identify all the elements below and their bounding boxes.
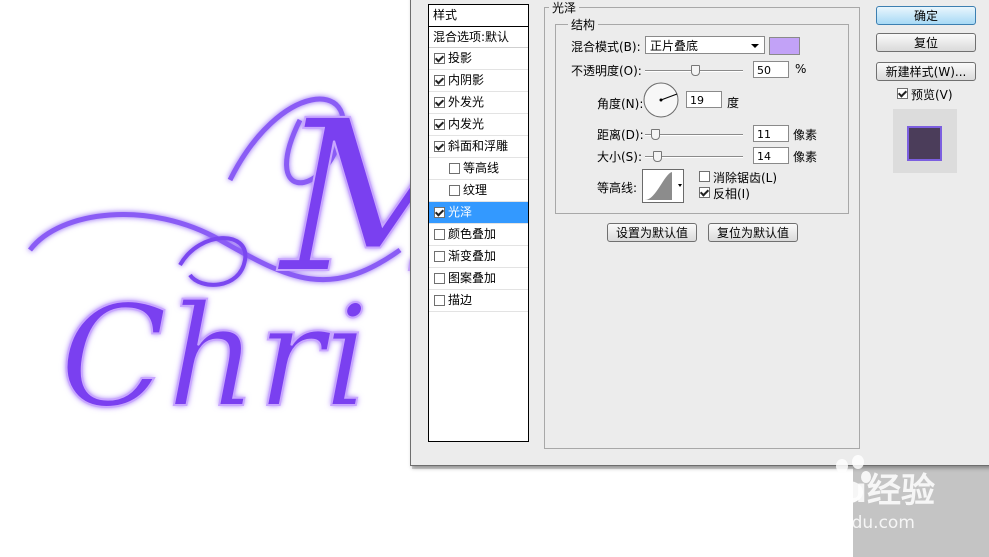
style-item-label: 内发光 bbox=[448, 117, 485, 131]
size-slider-thumb[interactable] bbox=[653, 151, 662, 162]
style-checkbox[interactable] bbox=[449, 163, 460, 174]
preview-checkbox[interactable] bbox=[897, 88, 908, 99]
style-item[interactable]: 纹理 bbox=[429, 180, 528, 202]
style-item-label: 渐变叠加 bbox=[448, 249, 497, 263]
blend-mode-value: 正片叠底 bbox=[650, 39, 699, 53]
structure-title: 结构 bbox=[568, 16, 599, 33]
style-checkbox[interactable] bbox=[434, 273, 445, 284]
antialias-label: 消除锯齿(L) bbox=[713, 171, 778, 185]
canvas-text-line2: Chri bbox=[60, 276, 369, 439]
ok-button[interactable]: 确定 bbox=[876, 6, 976, 25]
style-item[interactable]: 内发光 bbox=[429, 114, 528, 136]
style-checkbox[interactable] bbox=[449, 185, 460, 196]
style-item-label: 内阴影 bbox=[448, 73, 485, 87]
style-checkbox[interactable] bbox=[434, 229, 445, 240]
antialias-checkbox[interactable] bbox=[699, 171, 710, 182]
preview-swatch bbox=[907, 126, 942, 161]
styles-list-panel: 样式 混合选项:默认 投影内阴影外发光内发光斜面和浮雕等高线纹理光泽颜色叠加渐变… bbox=[428, 4, 529, 442]
style-checkbox[interactable] bbox=[434, 251, 445, 262]
style-item[interactable]: 光泽 bbox=[429, 202, 528, 224]
style-checkbox[interactable] bbox=[434, 53, 445, 64]
style-item-label: 斜面和浮雕 bbox=[448, 139, 509, 153]
set-default-button[interactable]: 设置为默认值 bbox=[607, 223, 697, 242]
style-checkbox[interactable] bbox=[434, 97, 445, 108]
angle-unit: 度 bbox=[727, 96, 740, 110]
style-item-label: 图案叠加 bbox=[448, 271, 497, 285]
style-item-label: 外发光 bbox=[448, 95, 485, 109]
size-unit: 像素 bbox=[793, 150, 818, 164]
reset-button[interactable]: 复位 bbox=[876, 33, 976, 52]
distance-slider-thumb[interactable] bbox=[651, 129, 660, 140]
style-checkbox[interactable] bbox=[434, 119, 445, 130]
style-item[interactable]: 外发光 bbox=[429, 92, 528, 114]
blend-color-swatch[interactable] bbox=[769, 37, 800, 55]
gray-corner bbox=[853, 465, 989, 557]
style-checkbox[interactable] bbox=[434, 295, 445, 306]
style-item[interactable]: 等高线 bbox=[429, 158, 528, 180]
style-item[interactable]: 图案叠加 bbox=[429, 268, 528, 290]
contour-picker[interactable] bbox=[642, 169, 684, 203]
style-item[interactable]: 描边 bbox=[429, 290, 528, 312]
style-item[interactable]: 渐变叠加 bbox=[429, 246, 528, 268]
style-item-label: 等高线 bbox=[463, 161, 500, 175]
style-item[interactable]: 内阴影 bbox=[429, 70, 528, 92]
layer-style-dialog: 样式 混合选项:默认 投影 内阴影 外发光 内发光 斜面和浮雕 等高线 纹理 光泽 颜色叠加 渐变… bbox=[410, 0, 989, 466]
style-item[interactable]: 斜面和浮雕 bbox=[429, 136, 528, 158]
style-checkbox[interactable] bbox=[434, 75, 445, 86]
opacity-unit: % bbox=[795, 62, 807, 76]
preview-label: 预览(V) bbox=[911, 88, 953, 102]
style-item-label: 纹理 bbox=[463, 183, 488, 197]
style-item[interactable]: 颜色叠加 bbox=[429, 224, 528, 246]
reset-default-button[interactable]: 复位为默认值 bbox=[708, 223, 798, 242]
style-preview bbox=[893, 109, 957, 173]
invert-label: 反相(I) bbox=[713, 187, 750, 201]
size-input[interactable]: 14 bbox=[753, 147, 789, 164]
angle-dial[interactable] bbox=[642, 81, 680, 119]
style-rows: 投影内阴影外发光内发光斜面和浮雕等高线纹理光泽颜色叠加渐变叠加图案叠加描边 bbox=[429, 48, 528, 312]
angle-label: 角度(N): bbox=[597, 97, 644, 111]
blend-mode-label: 混合模式(B): bbox=[571, 40, 641, 54]
style-item[interactable]: 投影 bbox=[429, 48, 528, 70]
distance-input[interactable]: 11 bbox=[753, 125, 789, 142]
opacity-input[interactable]: 50 bbox=[753, 61, 789, 78]
satin-group: 光泽 结构 混合模式(B): 正片叠底 不透明度(O): 50 % 角度(N): bbox=[544, 0, 860, 449]
opacity-slider-thumb[interactable] bbox=[691, 65, 700, 76]
style-item-label: 投影 bbox=[448, 51, 473, 65]
new-style-button[interactable]: 新建样式(W)... bbox=[876, 62, 976, 81]
style-checkbox[interactable] bbox=[434, 207, 445, 218]
angle-input[interactable]: 19 bbox=[686, 91, 722, 108]
chevron-down-icon bbox=[751, 44, 759, 48]
styles-header[interactable]: 样式 bbox=[429, 5, 528, 27]
structure-group: 结构 混合模式(B): 正片叠底 不透明度(O): 50 % 角度(N): 19 bbox=[555, 16, 849, 214]
size-label: 大小(S): bbox=[597, 150, 643, 164]
style-item-label: 描边 bbox=[448, 293, 473, 307]
blend-mode-select[interactable]: 正片叠底 bbox=[645, 36, 765, 54]
distance-label: 距离(D): bbox=[597, 128, 644, 142]
invert-checkbox[interactable] bbox=[699, 187, 710, 198]
blending-options-item[interactable]: 混合选项:默认 bbox=[429, 27, 528, 48]
contour-label: 等高线: bbox=[597, 181, 638, 195]
style-checkbox[interactable] bbox=[434, 141, 445, 152]
section-title: 光泽 bbox=[549, 0, 580, 16]
distance-unit: 像素 bbox=[793, 128, 818, 142]
opacity-label: 不透明度(O): bbox=[571, 64, 642, 78]
style-item-label: 颜色叠加 bbox=[448, 227, 497, 241]
style-item-label: 光泽 bbox=[448, 205, 473, 219]
